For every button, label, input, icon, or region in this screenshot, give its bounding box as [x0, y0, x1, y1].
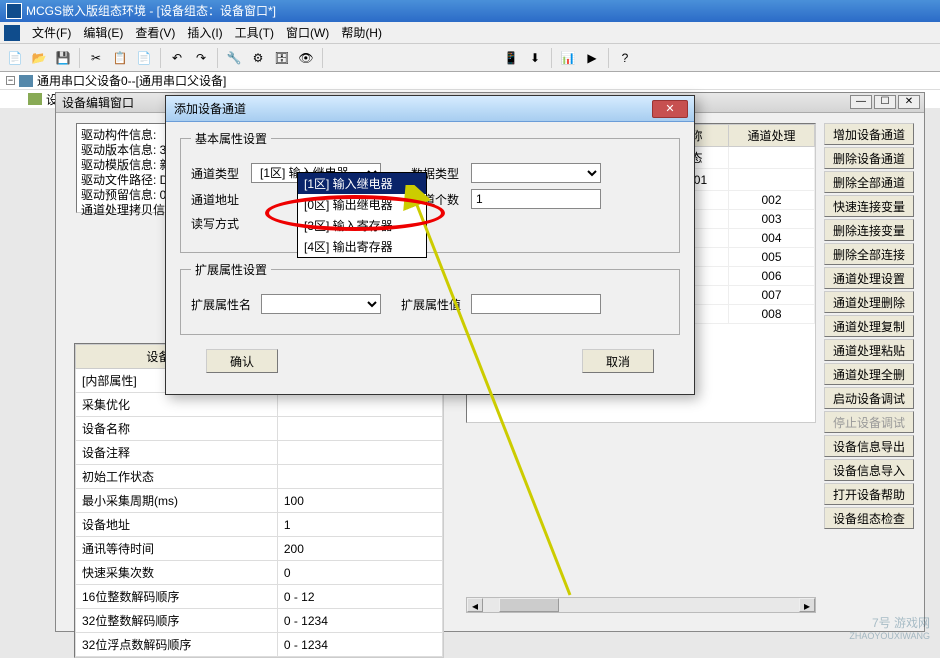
channel-count-input[interactable]: [471, 189, 601, 209]
scroll-right-icon[interactable]: ▸: [799, 598, 815, 612]
prop-row[interactable]: 设备地址1: [76, 513, 443, 537]
side-button-column: 增加设备通道删除设备通道删除全部通道快速连接变量删除连接变量删除全部连接通道处理…: [824, 123, 914, 529]
menu-tool[interactable]: 工具(T): [229, 22, 280, 43]
scroll-thumb[interactable]: [499, 598, 559, 612]
menu-edit[interactable]: 编辑(E): [77, 22, 129, 43]
tb-save-icon[interactable]: 💾: [52, 47, 74, 69]
side-btn-8[interactable]: 通道处理复制: [824, 315, 914, 337]
subwindow-title: 设备编辑窗口: [62, 94, 134, 111]
tb-run-icon[interactable]: ▶: [581, 47, 603, 69]
tb-redo-icon[interactable]: ↷: [190, 47, 212, 69]
side-btn-16[interactable]: 设备组态检查: [824, 507, 914, 529]
dialog-cancel-button[interactable]: 取消: [582, 349, 654, 373]
side-btn-10[interactable]: 通道处理全删: [824, 363, 914, 385]
tb-view-icon[interactable]: 👁: [295, 47, 317, 69]
sw-max-icon[interactable]: ☐: [874, 95, 896, 109]
dialog-ok-button[interactable]: 确认: [206, 349, 278, 373]
app-title-bar: MCGS嵌入版组态环境 - [设备组态：设备窗口*]: [0, 0, 940, 22]
side-btn-9[interactable]: 通道处理粘贴: [824, 339, 914, 361]
menu-file[interactable]: 文件(F): [26, 22, 77, 43]
tb-download-icon[interactable]: ⬇: [524, 47, 546, 69]
sw-close-icon[interactable]: ✕: [898, 95, 920, 109]
side-btn-6[interactable]: 通道处理设置: [824, 267, 914, 289]
device-child-icon: [28, 93, 42, 105]
device-parent-icon: [19, 75, 33, 87]
side-btn-7[interactable]: 通道处理删除: [824, 291, 914, 313]
basic-props-legend: 基本属性设置: [191, 130, 271, 147]
tb-sim-icon[interactable]: 📊: [557, 47, 579, 69]
tb-paste-icon[interactable]: 📄: [133, 47, 155, 69]
tb-db-icon[interactable]: 🗄: [271, 47, 293, 69]
menu-insert[interactable]: 插入(I): [181, 22, 228, 43]
dropdown-option[interactable]: [3区] 输入寄存器: [298, 215, 426, 236]
col-chan-proc[interactable]: 通道处理: [728, 125, 814, 147]
dialog-close-button[interactable]: ✕: [652, 100, 688, 118]
sw-min-icon[interactable]: —: [850, 95, 872, 109]
side-btn-4[interactable]: 删除连接变量: [824, 219, 914, 241]
tree-collapse-icon[interactable]: −: [6, 76, 15, 85]
data-type-select[interactable]: [471, 163, 601, 183]
prop-row[interactable]: 32位浮点数解码顺序0 - 1234: [76, 633, 443, 657]
side-btn-0[interactable]: 增加设备通道: [824, 123, 914, 145]
ext-props-group: 扩展属性设置 扩展属性名 扩展属性值: [180, 261, 680, 335]
scroll-left-icon[interactable]: ◂: [467, 598, 483, 612]
lbl-ext-value: 扩展属性值: [401, 296, 471, 313]
prop-row[interactable]: 32位整数解码顺序0 - 1234: [76, 609, 443, 633]
dialog-title: 添加设备通道: [174, 100, 246, 117]
ext-name-select[interactable]: [261, 294, 381, 314]
dropdown-option[interactable]: [4区] 输出寄存器: [298, 236, 426, 257]
tb-help-icon[interactable]: ?: [614, 47, 636, 69]
side-btn-3[interactable]: 快速连接变量: [824, 195, 914, 217]
ext-value-input[interactable]: [471, 294, 601, 314]
side-btn-15[interactable]: 打开设备帮助: [824, 483, 914, 505]
basic-props-group: 基本属性设置 通道类型 [1区] 输入继电器 数据类型 通道地址 通道个数 读写…: [180, 130, 680, 253]
menu-help[interactable]: 帮助(H): [335, 22, 388, 43]
side-btn-2[interactable]: 删除全部通道: [824, 171, 914, 193]
tree-root-label: 通用串口父设备0--[通用串口父设备]: [37, 72, 226, 89]
tb-copy-icon[interactable]: 📋: [109, 47, 131, 69]
prop-row[interactable]: 设备名称: [76, 417, 443, 441]
menu-bar: 文件(F) 编辑(E) 查看(V) 插入(I) 工具(T) 窗口(W) 帮助(H…: [0, 22, 940, 44]
lbl-rw-mode: 读写方式: [191, 215, 251, 232]
ext-props-legend: 扩展属性设置: [191, 261, 271, 278]
prop-row[interactable]: 设备注释: [76, 441, 443, 465]
side-btn-13[interactable]: 设备信息导出: [824, 435, 914, 457]
app-icon: [6, 3, 22, 19]
side-btn-5[interactable]: 删除全部连接: [824, 243, 914, 265]
watermark: 7号 游戏网 ZHAOYOUXIWANG: [849, 614, 930, 641]
tb-settings-icon[interactable]: ⚙: [247, 47, 269, 69]
grid-scrollbar-h[interactable]: ◂ ▸: [466, 597, 816, 613]
lbl-channel-type: 通道类型: [191, 165, 251, 182]
app-small-icon: [4, 25, 20, 41]
tree-root-row[interactable]: − 通用串口父设备0--[通用串口父设备]: [0, 72, 940, 90]
app-title: MCGS嵌入版组态环境 - [设备组态：设备窗口*]: [26, 0, 276, 22]
dropdown-option[interactable]: [1区] 输入继电器: [298, 173, 426, 194]
prop-row[interactable]: 快速采集次数0: [76, 561, 443, 585]
side-btn-11[interactable]: 启动设备调试: [824, 387, 914, 409]
tb-dev-icon[interactable]: 📱: [500, 47, 522, 69]
dialog-title-bar[interactable]: 添加设备通道 ✕: [166, 96, 694, 122]
add-channel-dialog: 添加设备通道 ✕ 基本属性设置 通道类型 [1区] 输入继电器 数据类型 通道地…: [165, 95, 695, 395]
side-btn-14[interactable]: 设备信息导入: [824, 459, 914, 481]
tb-tools-icon[interactable]: 🔧: [223, 47, 245, 69]
tb-undo-icon[interactable]: ↶: [166, 47, 188, 69]
side-btn-1[interactable]: 删除设备通道: [824, 147, 914, 169]
menu-window[interactable]: 窗口(W): [280, 22, 335, 43]
tb-new-icon[interactable]: 📄: [4, 47, 26, 69]
prop-row[interactable]: 采集优化: [76, 393, 443, 417]
prop-row[interactable]: 通讯等待时间200: [76, 537, 443, 561]
toolbar: 📄 📂 💾 ✂ 📋 📄 ↶ ↷ 🔧 ⚙ 🗄 👁 📱 ⬇ 📊 ▶ ?: [0, 44, 940, 72]
lbl-channel-addr: 通道地址: [191, 191, 251, 208]
prop-row[interactable]: 16位整数解码顺序0 - 12: [76, 585, 443, 609]
lbl-ext-name: 扩展属性名: [191, 296, 261, 313]
tb-open-icon[interactable]: 📂: [28, 47, 50, 69]
channel-type-dropdown[interactable]: [1区] 输入继电器[0区] 输出继电器[3区] 输入寄存器[4区] 输出寄存器: [297, 172, 427, 258]
prop-row[interactable]: 最小采集周期(ms)100: [76, 489, 443, 513]
menu-view[interactable]: 查看(V): [129, 22, 181, 43]
prop-row[interactable]: 初始工作状态: [76, 465, 443, 489]
side-btn-12[interactable]: 停止设备调试: [824, 411, 914, 433]
dropdown-option[interactable]: [0区] 输出继电器: [298, 194, 426, 215]
tb-cut-icon[interactable]: ✂: [85, 47, 107, 69]
